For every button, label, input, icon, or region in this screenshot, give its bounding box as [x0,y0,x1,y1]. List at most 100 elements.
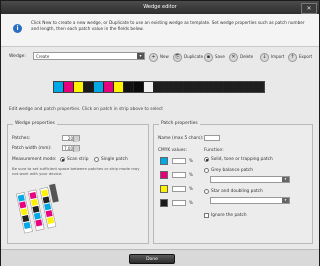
duplicate-button[interactable]: ⎘ Duplicate [173,52,204,62]
chevron-down-icon: ▾ [282,177,289,182]
black-swatch [160,199,168,207]
save-button[interactable]: ▪ Save [204,52,225,62]
patch-width-value: 7.00 [64,146,73,151]
solid-patch-label: Solid, tone or trapping patch [211,157,273,162]
strip-patch[interactable] [54,82,64,92]
patch-properties-legend: Patch properties [159,121,200,126]
grey-balance-radio[interactable] [204,168,209,173]
chevron-down-icon: ▾ [137,53,144,59]
strip-patch[interactable] [224,82,234,92]
scan-strip-radio[interactable] [60,157,65,162]
cyan-value-input[interactable] [172,158,186,164]
strip-patch[interactable] [164,82,174,92]
magenta-value-input[interactable] [172,172,186,178]
patch-name-input[interactable] [204,135,220,141]
delete-icon: ✕ [229,52,238,62]
cmyk-values-label: CMYK values: [158,148,187,153]
solid-patch-radio[interactable] [204,157,209,162]
wedge-properties-panel: Wedge properties Patches: 20 Patch width… [7,121,149,244]
duplicate-icon: ⎘ [173,52,182,62]
wedge-label: Wedge: [9,54,26,59]
patch-properties-panel: Patch properties Name (max 5 chars): CMY… [153,121,313,244]
strip-patch[interactable] [154,82,164,92]
black-value-input[interactable] [172,200,186,206]
strip-patch[interactable] [204,82,214,92]
strip-patch[interactable] [134,82,144,92]
delete-button[interactable]: ✕ Delete [229,52,254,62]
strip-patch[interactable] [114,82,124,92]
plus-icon: + [149,52,158,62]
info-icon: i [13,24,22,33]
save-icon: ▪ [204,52,213,62]
done-button[interactable]: Done [129,254,175,264]
new-button[interactable]: + New [149,52,169,62]
strip-patch[interactable] [104,82,114,92]
function-label: Function: [204,148,224,153]
close-icon[interactable]: ✕ [301,3,317,14]
black-unit: % [189,200,193,205]
strip-patch[interactable] [94,82,104,92]
grey-balance-label: Grey balance patch [211,168,253,173]
scan-strip-label: Scan strip [67,157,89,162]
window-title: Wedge editor [143,4,177,10]
export-icon: ↑ [288,52,297,62]
wedge-editor-window: Wedge editor ✕ i Click New to create a n… [0,0,320,266]
strip-patch[interactable] [64,82,74,92]
strip-patch[interactable] [254,82,264,92]
ignore-patch-checkbox[interactable] [204,213,209,218]
stepper-arrows-icon[interactable] [73,146,79,152]
wedge-hint: Be sure to set sufficient space between … [12,166,140,176]
star-doubling-radio[interactable] [204,189,209,194]
single-patch-label: Single patch [101,157,128,162]
patches-stepper[interactable]: 20 [62,135,80,142]
title-bar: Wedge editor ✕ [1,1,319,14]
strip-patch[interactable] [194,82,204,92]
strip-patch[interactable] [234,82,244,92]
strip-patch[interactable] [144,82,154,92]
delete-button-label: Delete [240,54,254,59]
yellow-unit: % [189,186,193,191]
ignore-patch-label: Ignore the patch [211,213,247,218]
patch-strip[interactable] [53,81,265,93]
wedge-toolbar: Wedge: Create ▾ + New ⎘ Duplicate ▪ Save ✕ D… [1,47,319,69]
strip-patch[interactable] [174,82,184,92]
single-patch-radio[interactable] [94,157,99,162]
strip-patch[interactable] [74,82,84,92]
patches-label: Patches: [12,136,31,141]
strip-patch[interactable] [124,82,134,92]
export-button-label: Export [299,54,313,59]
import-icon: ↓ [260,52,269,62]
new-button-label: New [160,54,169,59]
measuring-strip-illustration [16,183,59,234]
measurement-mode-label: Measurement mode: [12,157,57,162]
wedge-properties-legend: Wedge properties [13,121,57,126]
wedge-select-value: Create [36,54,50,59]
cyan-swatch [160,157,168,165]
strip-patch[interactable] [184,82,194,92]
star-doubling-label: Star and doubling patch [211,189,263,194]
stepper-arrows-icon[interactable] [73,136,79,142]
strip-patch[interactable] [214,82,224,92]
strip-patch[interactable] [244,82,254,92]
cyan-unit: % [189,158,193,163]
patch-name-label: Name (max 5 chars): [158,136,204,141]
yellow-value-input[interactable] [172,186,186,192]
import-button[interactable]: ↓ Import [260,52,285,62]
strip-caption: Edit wedge and patch properties. Click o… [9,107,163,112]
import-button-label: Import [271,54,285,59]
strip-patch[interactable] [84,82,94,92]
chevron-down-icon: ▾ [282,198,289,203]
patch-width-label: Patch width (mm): [12,146,52,151]
magenta-unit: % [189,172,193,177]
magenta-swatch [160,171,168,179]
patch-width-stepper[interactable]: 7.00 [62,145,80,152]
save-button-label: Save [215,54,225,59]
grey-balance-select[interactable]: ▾ [210,176,290,183]
export-button[interactable]: ↑ Export [288,52,313,62]
info-text: Click New to create a new wedge, or Dupl… [31,20,305,31]
star-doubling-select[interactable]: ▾ [210,197,290,204]
info-banner: i Click New to create a new wedge, or Du… [1,14,319,47]
yellow-swatch [160,185,168,193]
duplicate-button-label: Duplicate [184,54,204,59]
wedge-select[interactable]: Create ▾ [33,52,145,60]
